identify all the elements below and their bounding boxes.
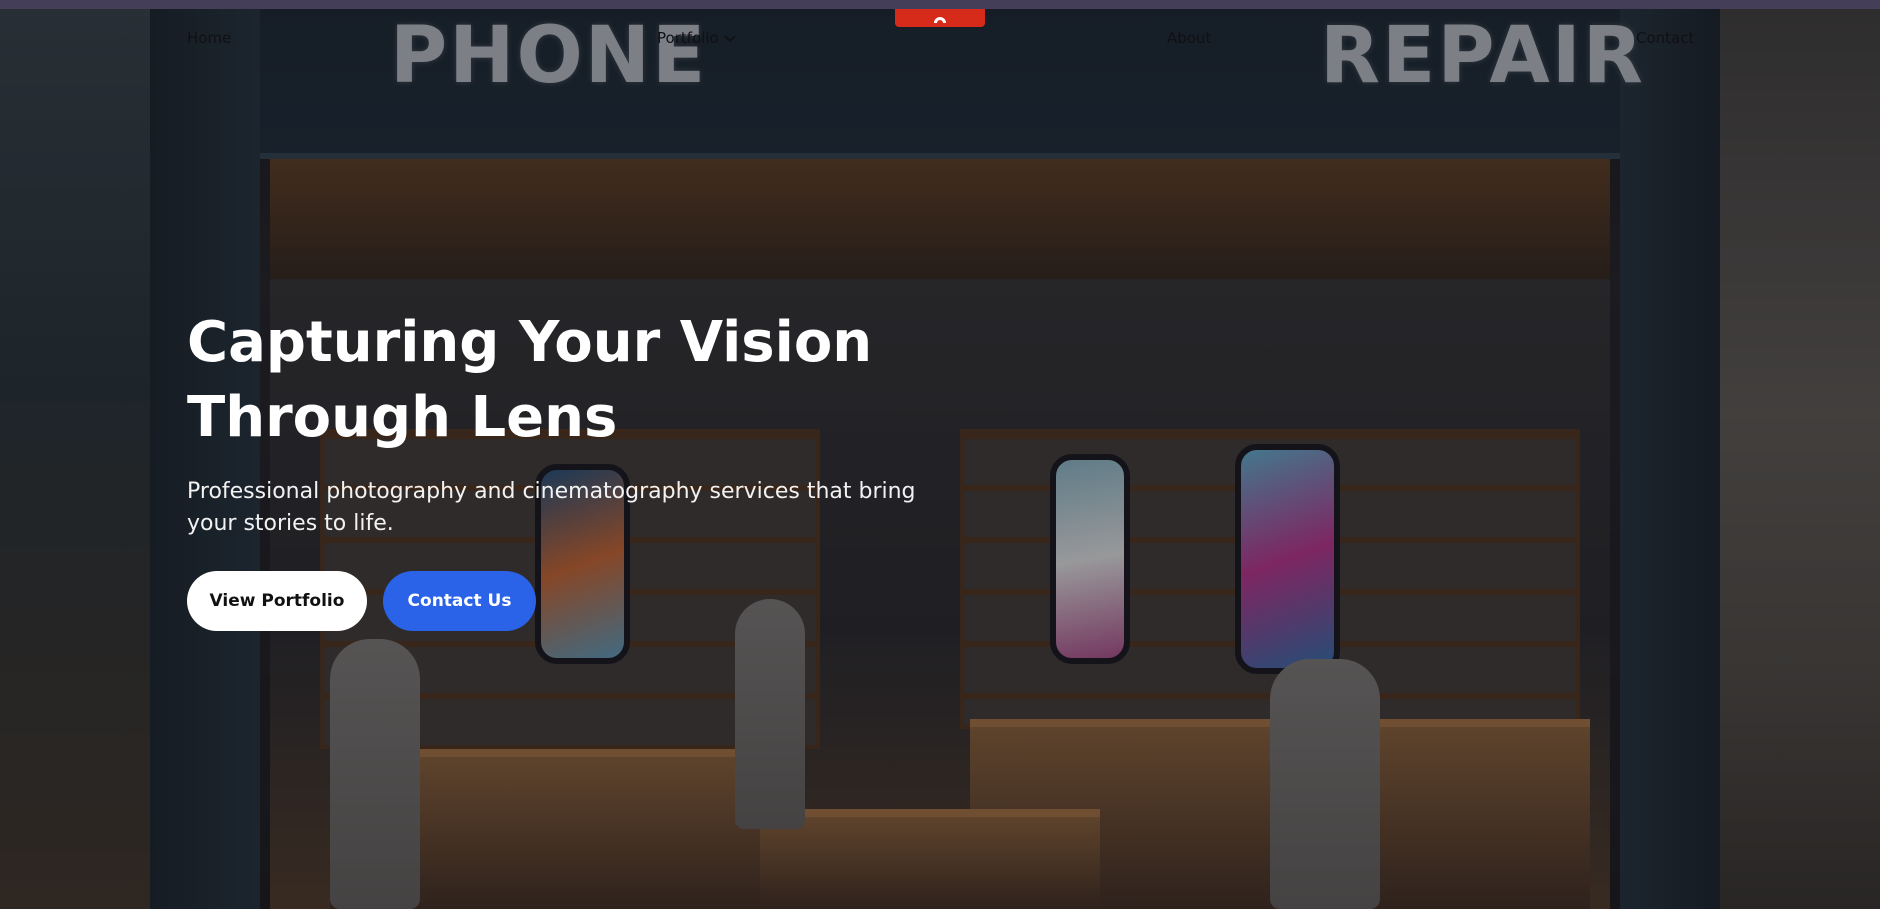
view-portfolio-button[interactable]: View Portfolio <box>187 571 367 631</box>
chevron-down-icon <box>724 32 736 46</box>
nav-contact-link[interactable]: Contact <box>1636 29 1694 47</box>
contact-us-button[interactable]: Contact Us <box>383 571 536 631</box>
nav-portfolio-label: Portfolio <box>657 29 719 47</box>
hero-title-line-1: Capturing Your Vision <box>187 310 873 375</box>
nav-portfolio-link[interactable]: Portfolio <box>657 29 736 47</box>
top-navigation: Home Portfolio About Contact <box>0 9 1880 67</box>
hero-section: PHONE REPAIR <box>0 9 1880 909</box>
hero-title: Capturing Your Vision Through Lens <box>187 305 947 455</box>
hero-subtitle: Professional photography and cinematogra… <box>187 479 916 536</box>
nav-about-link[interactable]: About <box>1167 29 1211 47</box>
nav-home-link[interactable]: Home <box>187 29 231 47</box>
site-logo[interactable] <box>895 9 985 27</box>
hero-title-line-2: Through Lens <box>187 385 618 450</box>
logo-icon <box>933 9 947 28</box>
hero-dark-overlay <box>0 9 1880 909</box>
